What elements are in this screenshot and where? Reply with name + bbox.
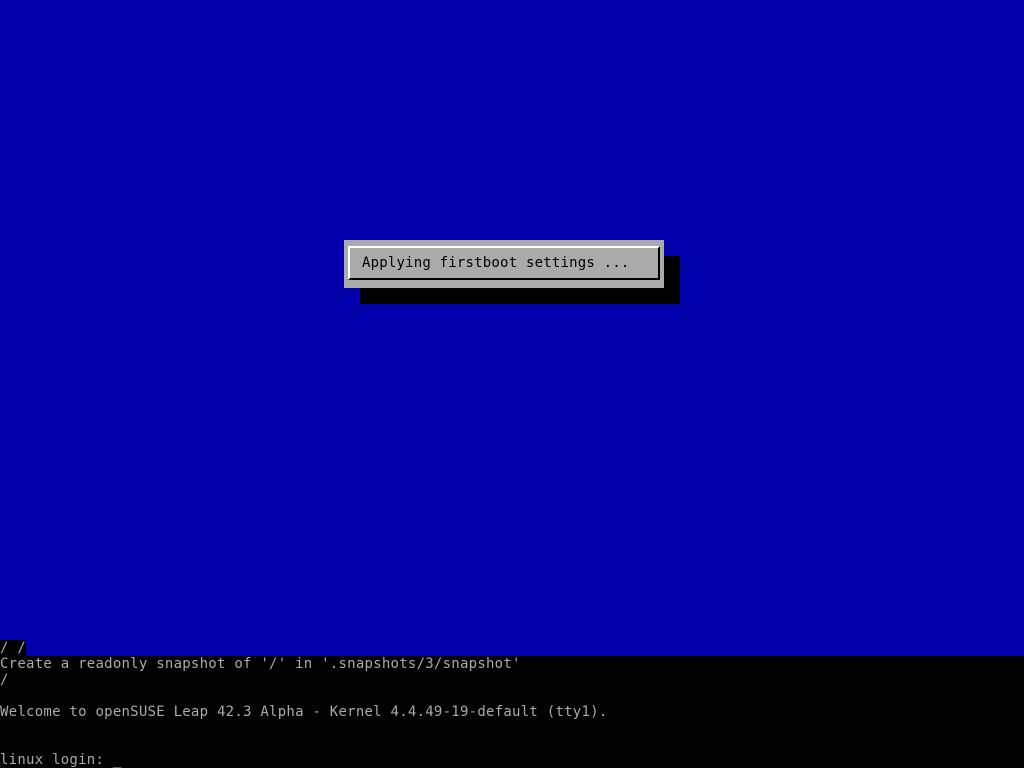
terminal-line-snapshot: Create a readonly snapshot of '/' in '.s… bbox=[0, 656, 521, 672]
terminal-line-slashes: / / bbox=[0, 640, 27, 656]
console-screen: Applying firstboot settings ... / / Crea… bbox=[0, 0, 1024, 768]
terminal-line-welcome: Welcome to openSUSE Leap 42.3 Alpha - Ke… bbox=[0, 704, 608, 720]
login-prompt[interactable]: linux login: _ bbox=[0, 752, 122, 768]
progress-dialog: Applying firstboot settings ... bbox=[344, 240, 664, 288]
dialog-frame: Applying firstboot settings ... bbox=[348, 246, 660, 280]
ncurses-background bbox=[0, 0, 1024, 656]
terminal-line-slash: / bbox=[0, 672, 9, 688]
dialog-message: Applying firstboot settings ... bbox=[362, 255, 630, 271]
